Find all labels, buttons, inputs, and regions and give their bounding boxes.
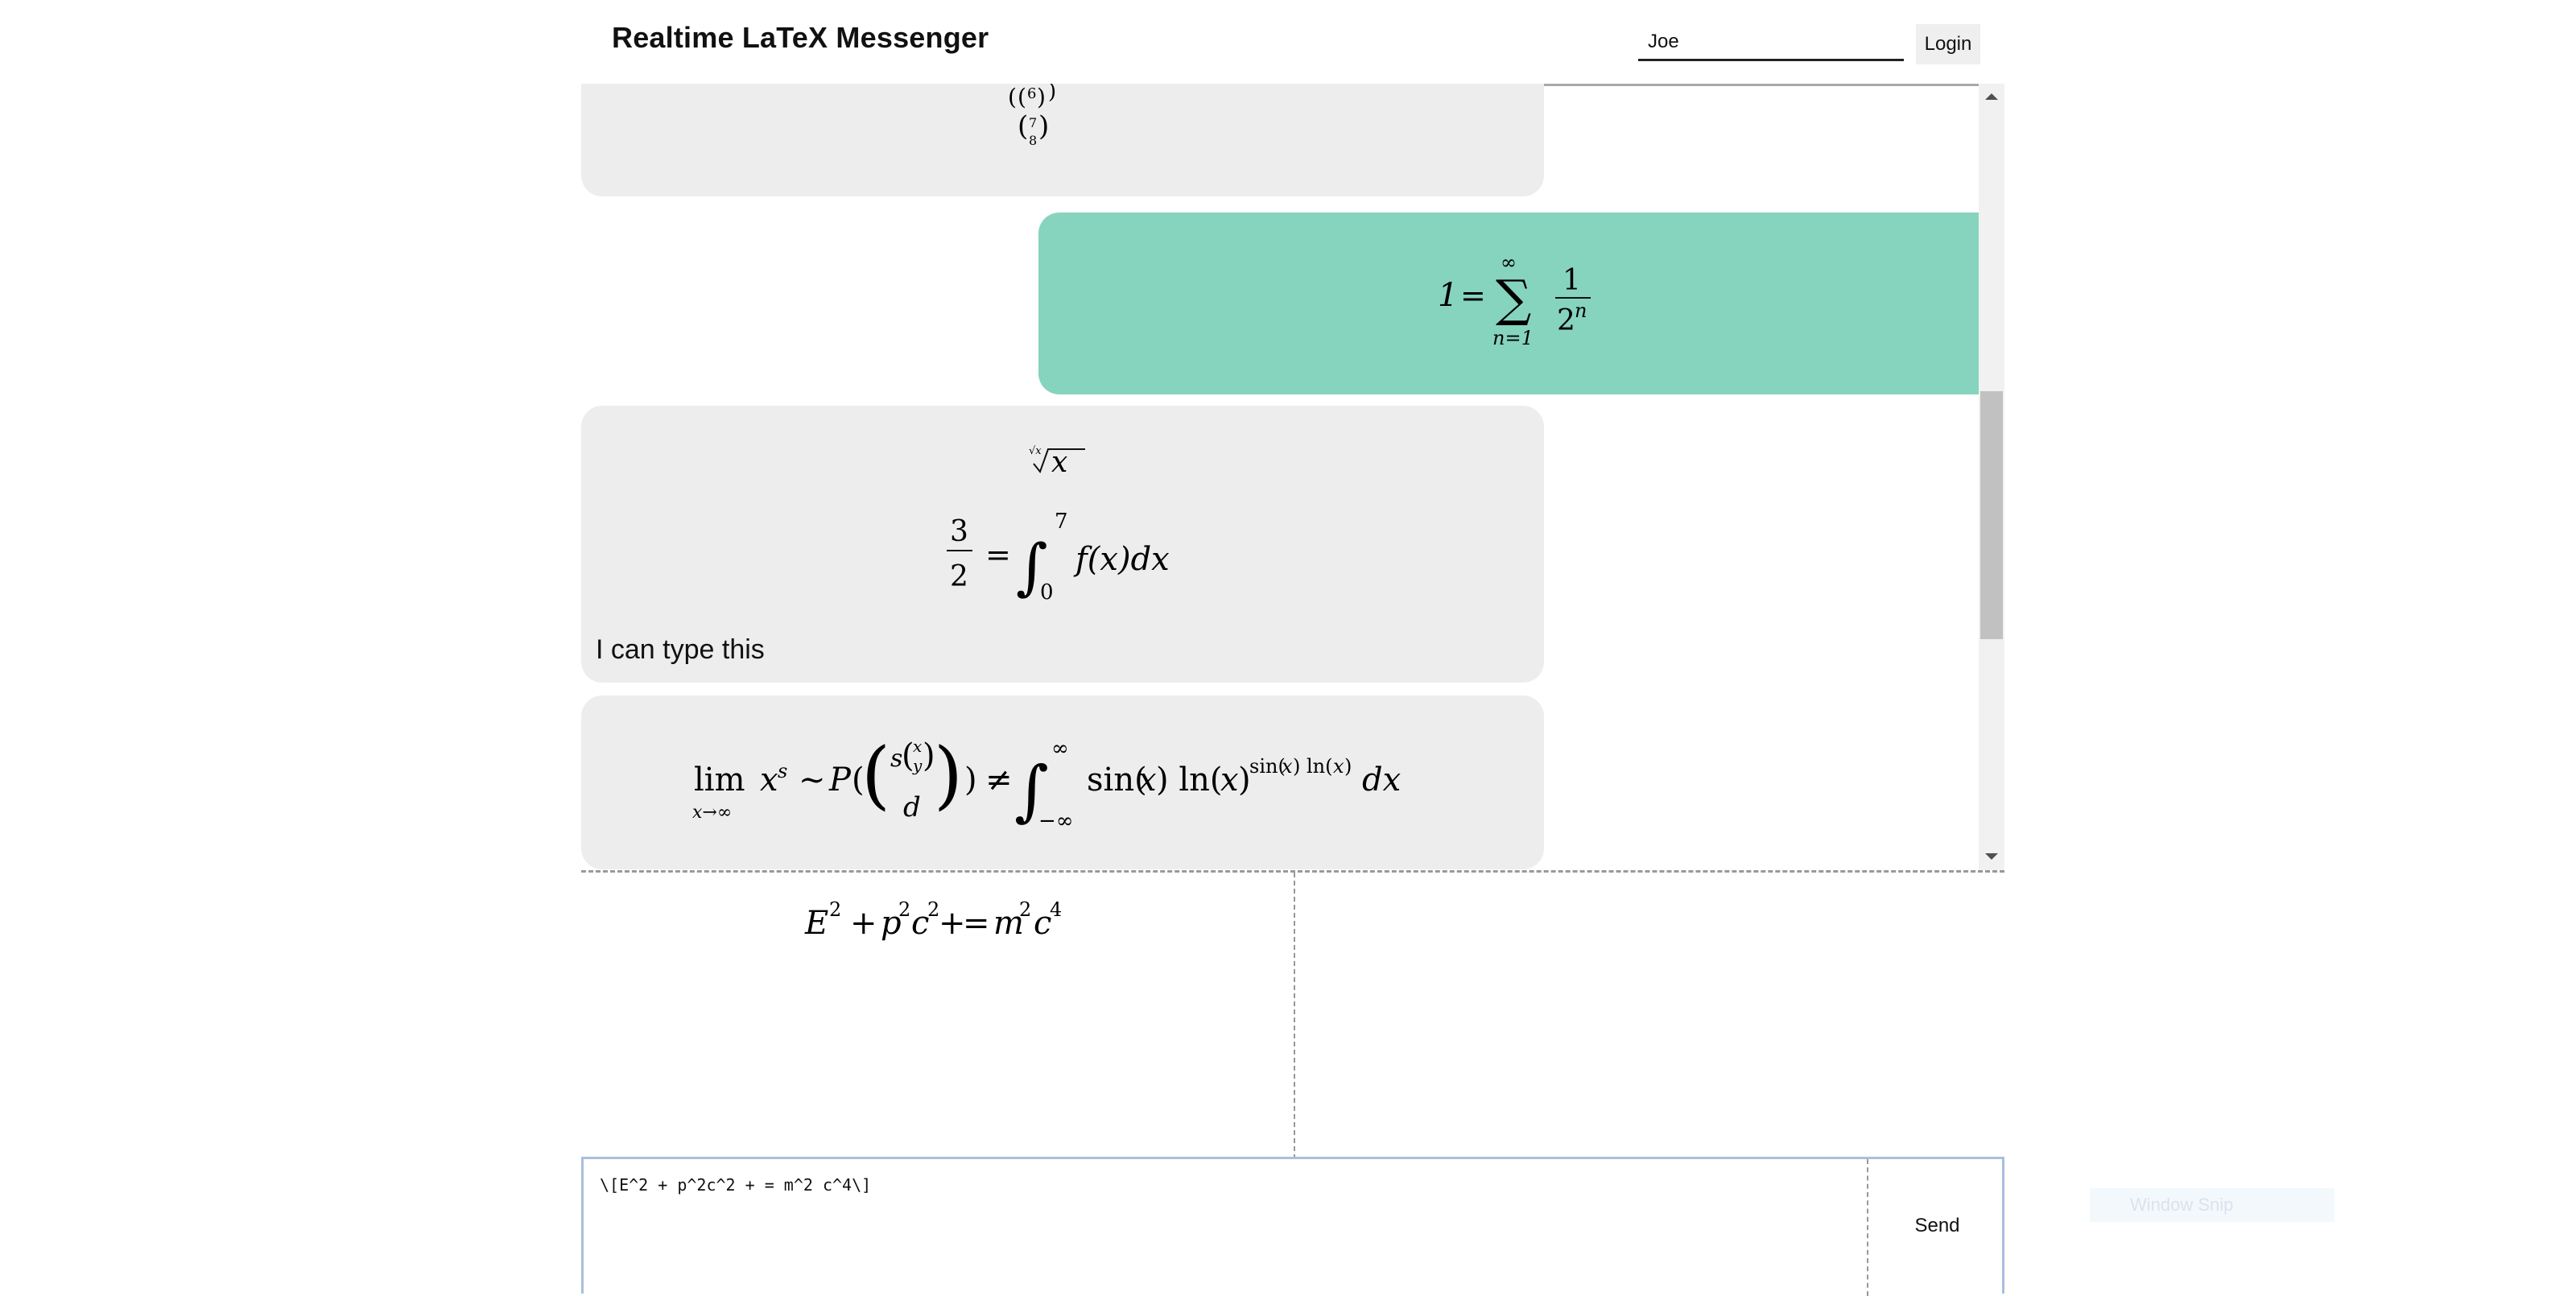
svg-text:7: 7	[1055, 510, 1068, 534]
svg-text:dx: dx	[1362, 762, 1401, 799]
username-input[interactable]	[1638, 24, 1904, 61]
svg-text:d: d	[903, 791, 921, 823]
window-snip-overlay: Window Snip	[2090, 1188, 2334, 1222]
svg-text:2: 2	[898, 898, 910, 921]
header: Realtime LaTeX Messenger Login	[581, 0, 2004, 86]
svg-text:x: x	[1333, 755, 1344, 778]
svg-text:P: P	[828, 762, 852, 799]
login-button[interactable]: Login	[1916, 24, 1980, 64]
latex-rendered-expression: lim x→∞ x s ∼ P ( ( s ( x y ) d ) ) ≠ ∫ …	[692, 732, 1435, 840]
svg-text:y: y	[912, 756, 923, 775]
svg-text:∑: ∑	[1496, 269, 1531, 328]
svg-text:∞: ∞	[1051, 737, 1069, 761]
message-bubble-received: lim x→∞ x s ∼ P ( ( s ( x y ) d ) ) ≠ ∫ …	[581, 695, 1544, 869]
latex-preview-pane: E 2 + p 2 c 2 + = m 2 c 4	[581, 870, 2004, 1159]
svg-text:): )	[934, 732, 963, 818]
svg-text:x: x	[1220, 762, 1239, 799]
svg-text:≠: ≠	[985, 762, 1013, 799]
svg-text:x: x	[1282, 755, 1293, 778]
svg-text:x→∞: x→∞	[692, 803, 732, 823]
svg-text:=: =	[963, 905, 990, 942]
svg-text:): )	[1038, 110, 1049, 142]
svg-text:2: 2	[927, 898, 939, 921]
message-bubble-sent: 1 = ∞ ∑ n=1 1 2 n	[1038, 213, 2004, 394]
svg-text:x: x	[1051, 446, 1067, 479]
svg-text:) ln(: ) ln(	[1156, 762, 1222, 799]
svg-text:x: x	[1138, 762, 1157, 799]
svg-text:=: =	[985, 537, 1011, 572]
svg-text:8: 8	[1029, 133, 1037, 148]
svg-text:s: s	[778, 760, 787, 782]
svg-text:+: +	[939, 905, 966, 942]
svg-text:7: 7	[1029, 115, 1037, 130]
svg-text:): )	[964, 762, 977, 799]
svg-text:n=1: n=1	[1492, 327, 1534, 349]
svg-text:=: =	[1460, 278, 1486, 313]
svg-text:2: 2	[1019, 898, 1031, 921]
svg-text:2: 2	[1557, 304, 1575, 337]
svg-text:1: 1	[1563, 264, 1581, 297]
app-title: Realtime LaTeX Messenger	[612, 21, 989, 54]
preview-divider	[1294, 873, 1295, 1159]
scroll-thumb[interactable]	[1980, 391, 2003, 639]
message-scrollbar[interactable]	[1979, 84, 2004, 870]
svg-text:x: x	[913, 737, 922, 756]
composer: \[E^2 + p^2c^2 + = m^2 c^4\] Send	[581, 1157, 2006, 1296]
latex-rendered-expression: √x x	[1029, 443, 1093, 494]
latex-rendered-expression: 1 = ∞ ∑ n=1 1 2 n	[1438, 251, 1599, 361]
svg-text:x: x	[760, 762, 778, 799]
svg-text:4: 4	[1050, 898, 1062, 921]
scroll-down-arrow-icon[interactable]	[1979, 848, 2004, 873]
svg-text:−∞: −∞	[1038, 809, 1073, 833]
latex-rendered-expression: 3 2 = ∫ 7 0 f(x)dx	[947, 509, 1204, 609]
svg-text:) ln(: ) ln(	[1293, 755, 1333, 778]
send-button[interactable]: Send	[1868, 1207, 2006, 1244]
svg-text:(: (	[861, 732, 890, 818]
svg-text:n: n	[1575, 299, 1587, 322]
svg-text:(: (	[1018, 110, 1028, 142]
svg-text:f(x)dx: f(x)dx	[1073, 541, 1170, 578]
window-snip-label: Window Snip	[2130, 1195, 2234, 1215]
svg-text:E: E	[804, 905, 828, 942]
message-text: I can type this	[596, 634, 765, 665]
svg-text:∼: ∼	[799, 762, 826, 799]
latex-preview-expression: E 2 + p 2 c 2 + = m 2 c 4	[804, 898, 1095, 950]
message-bubble-received: √x x 3 2 = ∫ 7 0 f(x)dx I can type this	[581, 406, 1544, 683]
svg-text:): )	[1344, 755, 1352, 778]
svg-text:+: +	[850, 905, 877, 942]
message-list: ( ( 6 ) ( 7 8 ) ) 1 = ∞ ∑ n=1 1 2 n √x x…	[581, 84, 2004, 870]
svg-text:3: 3	[950, 515, 968, 548]
svg-text:(: (	[1008, 84, 1017, 110]
message-bubble-received: ( ( 6 ) ( 7 8 ) )	[581, 84, 1544, 196]
scroll-up-arrow-icon[interactable]	[1979, 90, 2004, 114]
svg-text:0: 0	[1040, 580, 1054, 605]
svg-text:1: 1	[1438, 277, 1458, 314]
svg-text:√x: √x	[1029, 445, 1042, 457]
svg-text:sin(: sin(	[1249, 755, 1286, 778]
send-area: Send	[1867, 1159, 2006, 1296]
svg-text:lim: lim	[694, 762, 745, 799]
svg-text:2: 2	[950, 560, 968, 593]
messenger-app: Realtime LaTeX Messenger Login ( ( 6 ) (…	[581, 0, 2006, 1296]
message-input[interactable]: \[E^2 + p^2c^2 + = m^2 c^4\]	[600, 1175, 1823, 1272]
svg-text:): )	[1037, 84, 1046, 110]
svg-text:): )	[1048, 84, 1056, 104]
svg-text:(: (	[1018, 84, 1026, 110]
svg-text:6: 6	[1027, 85, 1036, 102]
svg-text:2: 2	[829, 898, 841, 921]
latex-rendered-expression: ( ( 6 ) ( 7 8 ) )	[1008, 84, 1104, 171]
